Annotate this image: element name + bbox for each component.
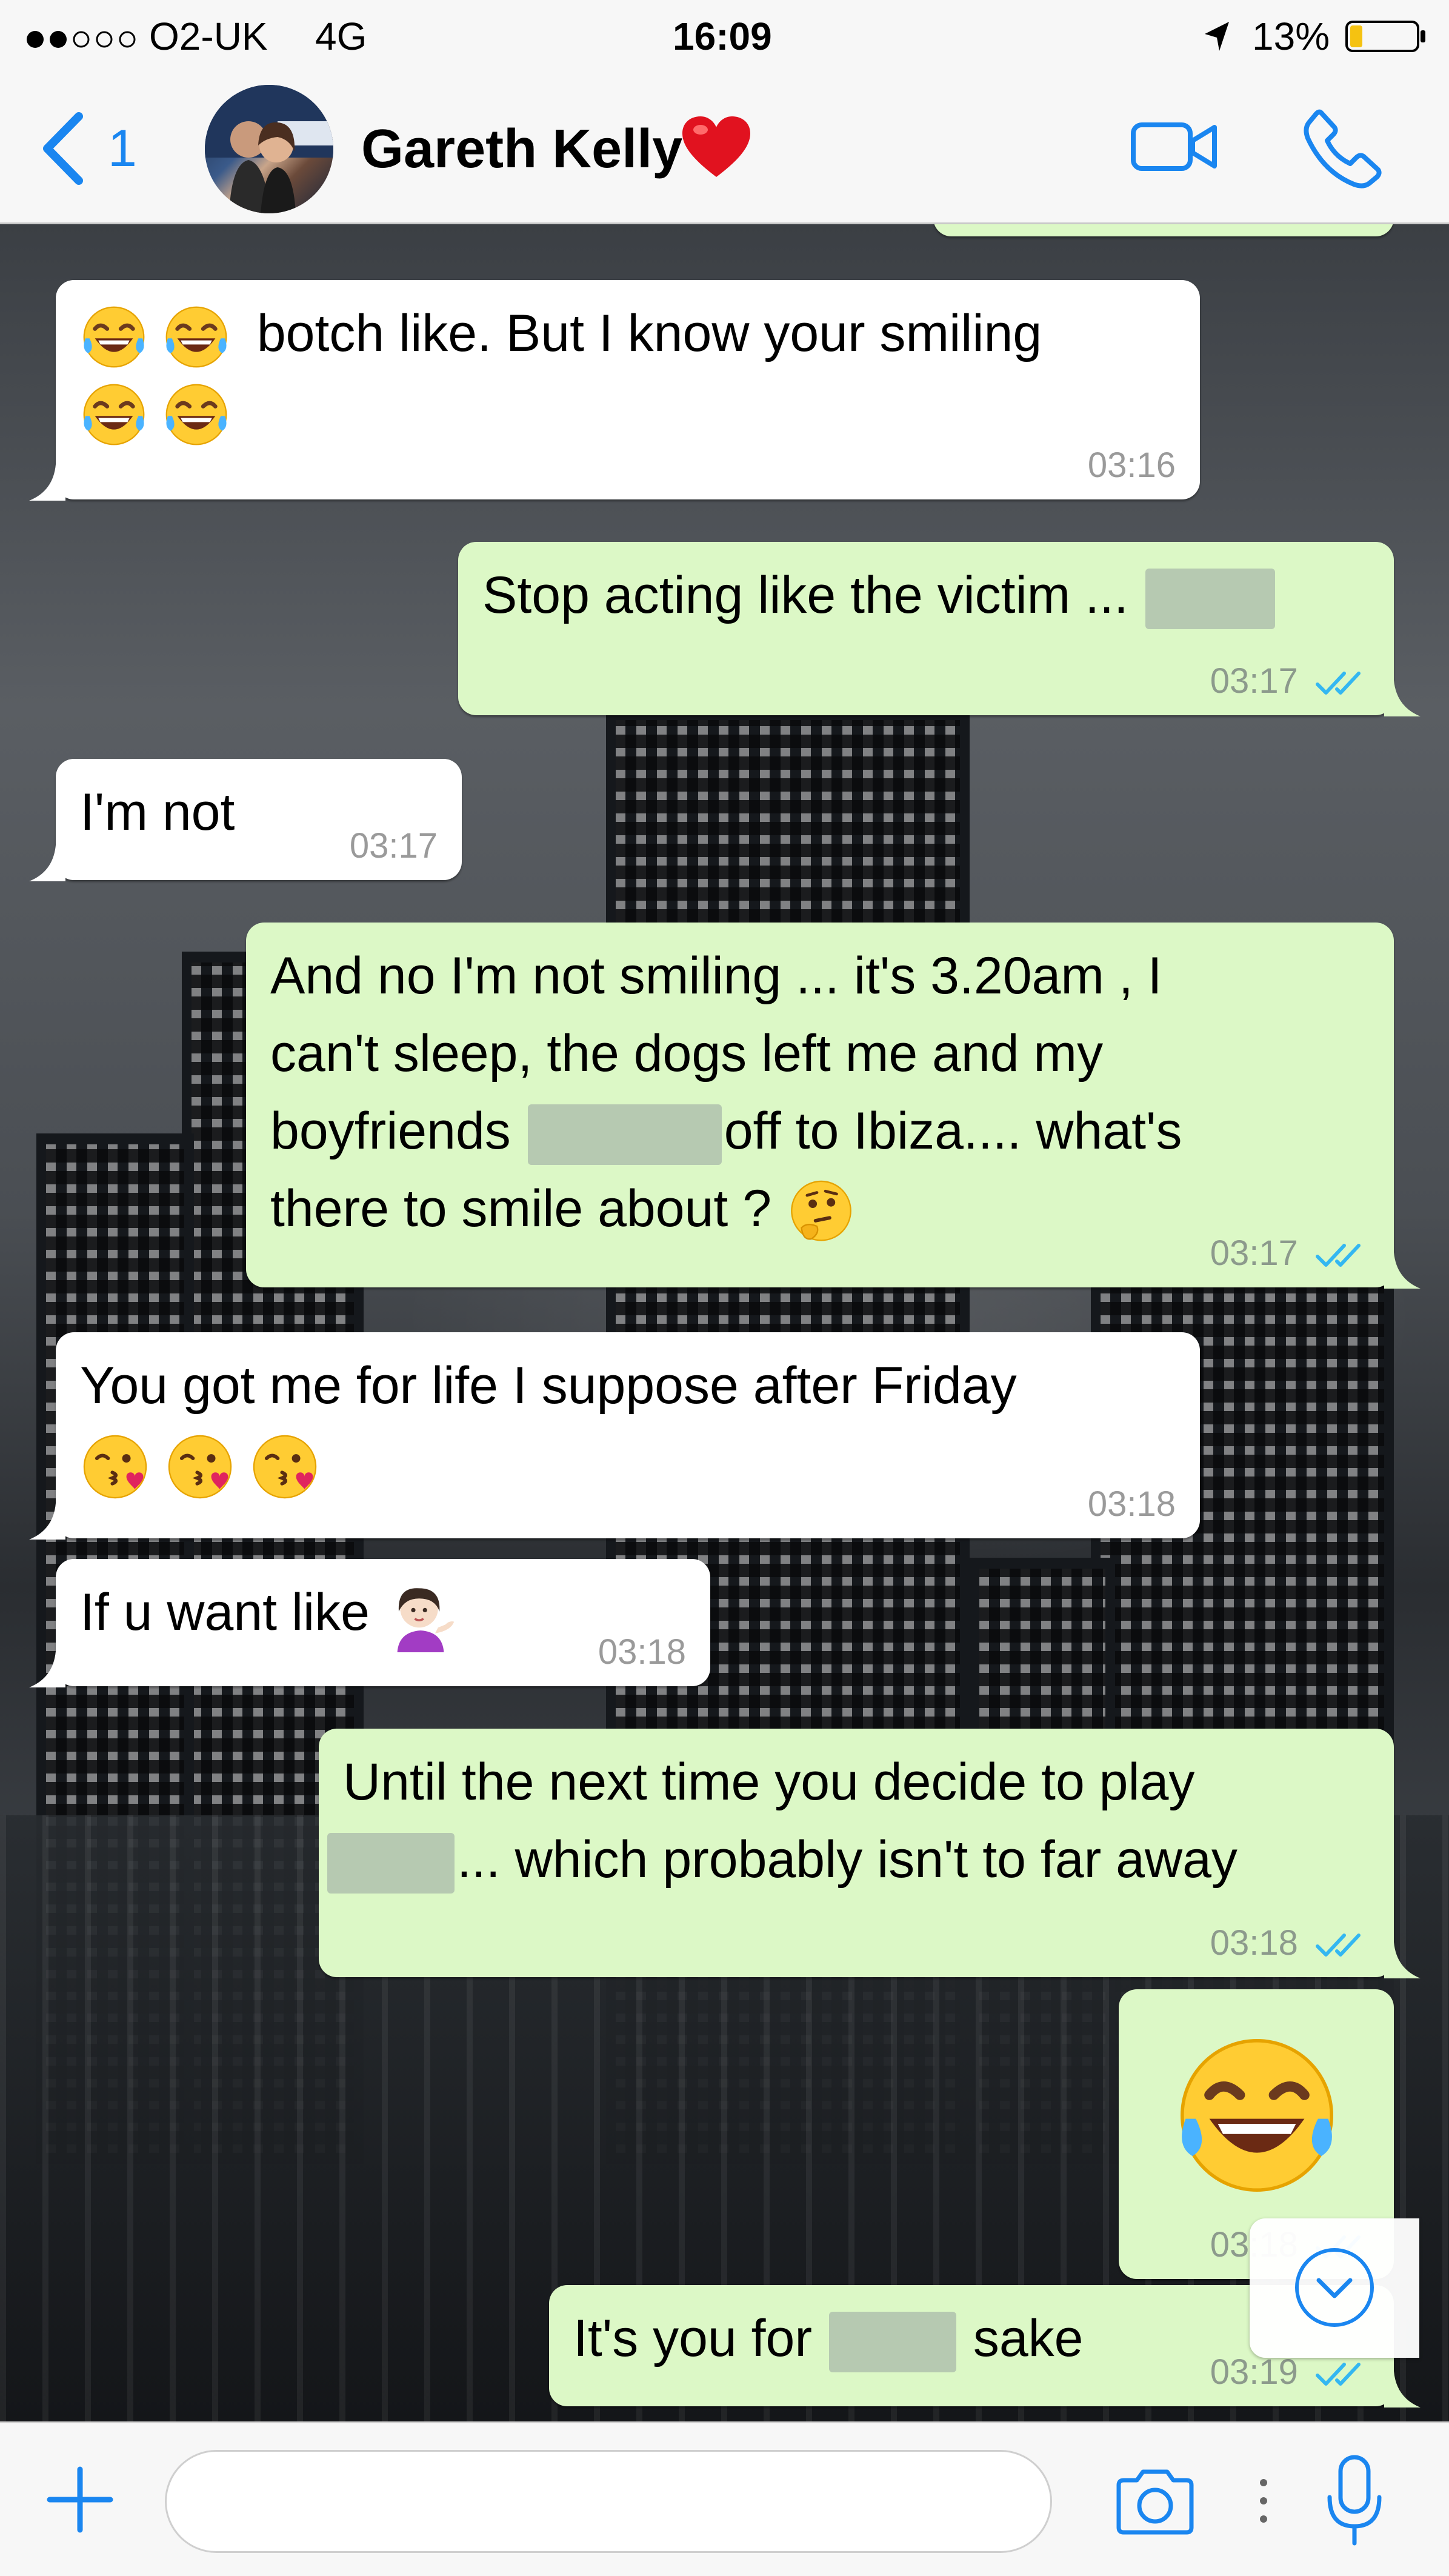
carrier-label: O2-UK <box>149 15 268 58</box>
contact-name[interactable]: Gareth Kelly <box>361 118 682 181</box>
bubble-tail <box>29 845 65 881</box>
message-bubble-incoming[interactable]: You got me for life I suppose after Frid… <box>56 1332 1200 1538</box>
battery-icon <box>1344 13 1429 59</box>
redacted-word <box>527 1104 722 1166</box>
message-time: 03:18 <box>598 1632 686 1672</box>
network-type: 4G <box>315 15 367 58</box>
heart-icon <box>682 116 750 177</box>
avatar[interactable] <box>205 85 333 213</box>
message-time: 03:17 <box>349 826 438 866</box>
scroll-to-bottom-button[interactable] <box>1250 2218 1419 2358</box>
bubble-tail <box>1384 680 1421 716</box>
chevron-left-icon <box>43 112 83 185</box>
message-text: You got me for life I suppose after Frid… <box>80 1356 1017 1415</box>
message-composer <box>0 2421 1449 2576</box>
message-text: Stop acting like the victim ... <box>482 566 1128 624</box>
message-text: It's you for <box>573 2309 813 2367</box>
message-time: 03:17 <box>1210 1233 1298 1273</box>
bubble-tail <box>29 1651 65 1687</box>
bubble-tail <box>29 1503 65 1540</box>
message-line: And no I'm not smiling ... it's 3.20am ,… <box>270 947 1162 1005</box>
laughing-tears-emoji <box>162 303 230 371</box>
read-ticks-icon <box>1315 2360 1370 2390</box>
message-bubble-outgoing[interactable]: Stop acting like the victim ... 03:17 <box>458 542 1394 715</box>
message-bubble-incoming[interactable]: botch like. But I know your smiling 03:1… <box>56 280 1200 499</box>
laughing-tears-emoji <box>80 381 148 449</box>
woman-tipping-hand-emoji <box>384 1580 457 1652</box>
partial-message-bubble <box>933 224 1394 236</box>
laughing-tears-emoji <box>80 303 148 371</box>
message-input[interactable] <box>165 2450 1052 2553</box>
redacted-word <box>327 1833 455 1894</box>
chat-history[interactable]: botch like. But I know your smiling 03:1… <box>0 224 1449 2421</box>
status-bar: O2-UK 4G 16:09 13% <box>0 0 1449 73</box>
message-bubble-incoming[interactable]: I'm not 03:17 <box>56 759 462 880</box>
bubble-tail <box>1384 1942 1421 1978</box>
message-time: 03:16 <box>1087 445 1176 485</box>
message-meta: 03:18 <box>1210 1925 1370 1961</box>
laughing-tears-emoji-large <box>1172 2030 1342 2200</box>
mic-icon[interactable] <box>1321 2452 1388 2549</box>
message-text: off to Ibiza.... what's <box>724 1102 1182 1160</box>
location-arrow-icon <box>1200 13 1234 59</box>
scroll-down-icon <box>1295 2248 1374 2327</box>
clock-time: 16:09 <box>673 15 772 58</box>
message-time: 03:17 <box>1210 661 1298 701</box>
read-ticks-icon <box>1315 1241 1370 1271</box>
message-meta: 03:17 <box>1210 663 1370 699</box>
message-line: Until the next time you decide to play <box>343 1753 1195 1811</box>
message-meta: 03:17 <box>1210 1235 1370 1272</box>
message-text: I'm not <box>80 783 235 841</box>
message-bubble-outgoing[interactable]: And no I'm not smiling ... it's 3.20am ,… <box>246 923 1394 1287</box>
message-time: 03:18 <box>1087 1484 1176 1524</box>
message-line: can't sleep, the dogs left me and my <box>270 1024 1104 1083</box>
kissing-heart-emoji <box>250 1432 320 1502</box>
phone-icon[interactable] <box>1301 105 1385 190</box>
bubble-tail <box>1384 2371 1421 2407</box>
chat-header: 1 Gareth Kelly <box>0 73 1449 224</box>
back-button[interactable]: 1 <box>36 109 158 188</box>
bubble-tail <box>29 464 65 501</box>
video-call-icon[interactable] <box>1130 116 1221 177</box>
laughing-tears-emoji <box>162 381 230 449</box>
signal-dots-icon <box>24 13 145 62</box>
bubble-tail <box>1384 1252 1421 1289</box>
message-time: 03:18 <box>1210 1923 1298 1963</box>
message-bubble-incoming[interactable]: If u want like 03:18 <box>56 1559 710 1686</box>
message-time: 03:19 <box>1210 2352 1298 2392</box>
message-meta: 03:19 <box>1210 2354 1370 2391</box>
message-text: ... which probably isn't to far away <box>457 1830 1237 1889</box>
more-dots-icon[interactable] <box>1254 2471 1273 2531</box>
kissing-heart-emoji <box>80 1432 150 1502</box>
kissing-heart-emoji <box>165 1432 235 1502</box>
message-bubble-outgoing[interactable]: Until the next time you decide to play .… <box>319 1729 1394 1977</box>
redacted-word <box>1145 569 1275 630</box>
plus-icon[interactable] <box>44 2463 116 2536</box>
message-text: botch like. But I know your smiling <box>256 304 1042 362</box>
redacted-word <box>828 2312 956 2373</box>
message-text: If u want like <box>80 1583 370 1641</box>
read-ticks-icon <box>1315 669 1370 699</box>
message-text: there to smile about ? <box>270 1180 772 1238</box>
unread-count: 1 <box>108 119 137 178</box>
message-text: sake <box>973 2309 1084 2367</box>
camera-icon[interactable] <box>1113 2464 1198 2537</box>
read-ticks-icon <box>1315 1930 1370 1961</box>
message-text: boyfriends <box>270 1102 511 1160</box>
thinking-face-emoji <box>786 1177 856 1247</box>
battery-percent: 13% <box>1252 15 1330 58</box>
